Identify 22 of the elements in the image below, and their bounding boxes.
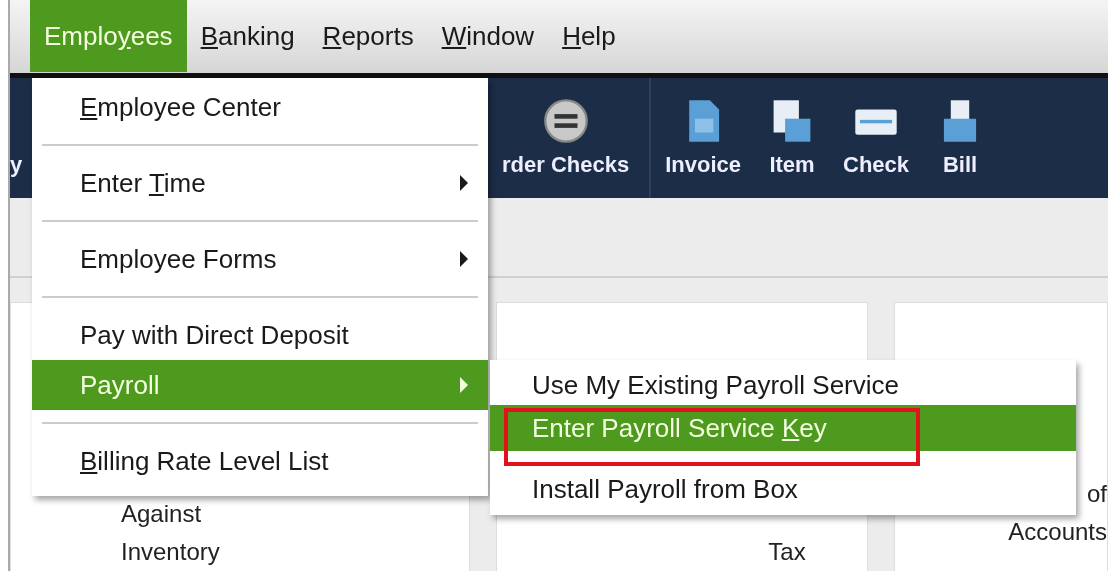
menu-item[interactable]: Reports — [308, 0, 428, 72]
tile-label: Accounts — [1008, 517, 1107, 547]
toolbar-button[interactable]: Invoice — [651, 78, 755, 198]
toolbar-button[interactable]: Check — [829, 78, 924, 198]
tile-label: Tax — [768, 537, 806, 567]
tile-label: Inventory — [121, 537, 220, 567]
menu-item[interactable]: Help — [548, 0, 630, 72]
tile-label: Against — [121, 499, 202, 529]
menu-option[interactable]: Pay with Direct Deposit — [32, 310, 488, 360]
menu-item[interactable]: Banking — [186, 0, 309, 72]
toolbar-button[interactable]: Item — [755, 78, 829, 198]
menu-option[interactable]: Employee Center — [32, 82, 488, 132]
menu-option[interactable]: Billing Rate Level List — [32, 436, 488, 486]
menu-option[interactable]: Employee Forms — [32, 234, 488, 284]
menu-item[interactable]: Window — [427, 0, 549, 72]
toolbar-button[interactable]: Bill — [923, 78, 998, 198]
menu-option[interactable]: Enter Time — [32, 158, 488, 208]
toolbar-button[interactable]: y — [10, 78, 30, 198]
tile-label: of — [1087, 479, 1107, 509]
menu-option[interactable]: Use My Existing Payroll Service — [490, 365, 1076, 405]
menu-option[interactable]: Install Payroll from Box — [490, 469, 1076, 509]
circle-icon — [542, 98, 589, 144]
